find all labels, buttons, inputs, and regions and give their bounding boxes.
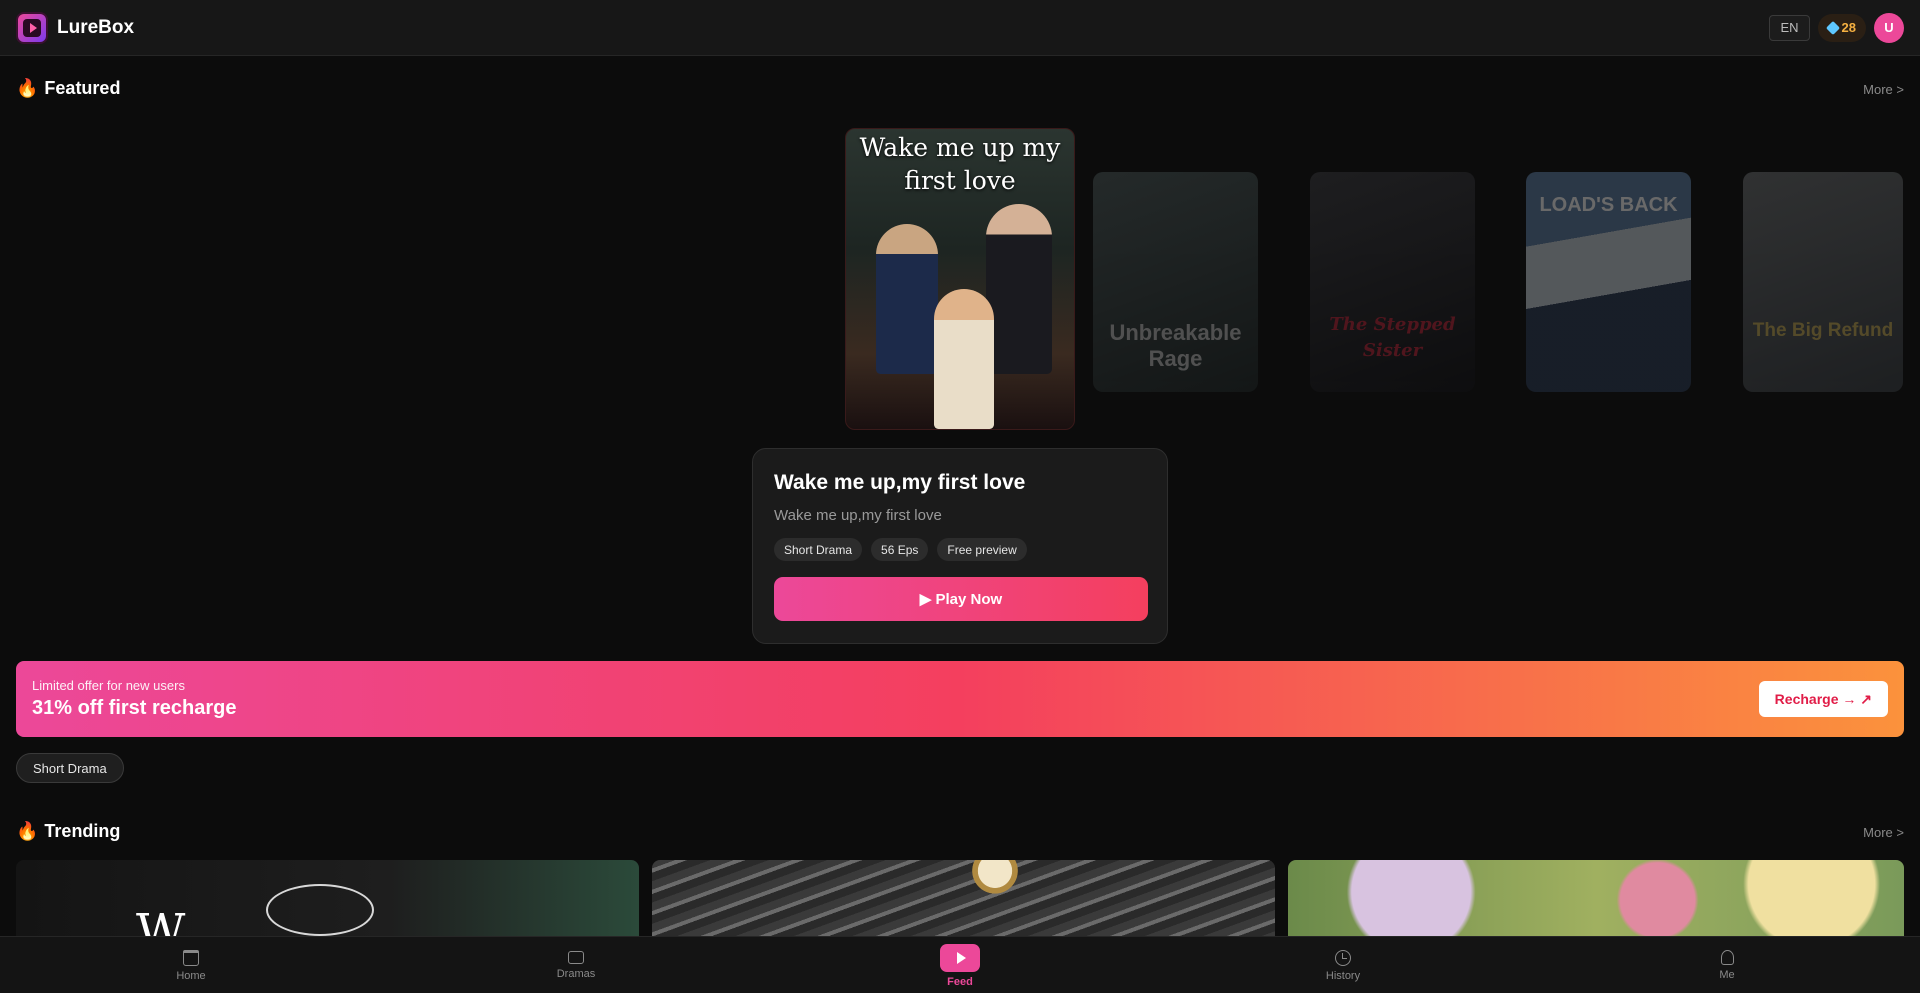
featured-poster-side[interactable]: The Big Refund [1743, 172, 1903, 392]
featured-more-link[interactable]: More > [1863, 82, 1904, 97]
featured-poster-main[interactable]: Wake me up my first love [845, 128, 1075, 430]
user-icon [1720, 950, 1734, 965]
trending-title-text: Trending [44, 821, 121, 841]
tag-episodes: 56 Eps [871, 538, 929, 561]
category-chip-short-drama[interactable]: Short Drama [16, 753, 124, 783]
featured-info-card: Wake me up,my first love Wake me up,my f… [752, 448, 1168, 644]
poster-figure [934, 289, 994, 429]
tag-genre: Short Drama [774, 538, 863, 561]
trending-thumbnail[interactable] [652, 860, 1275, 940]
drama-subtitle: Wake me up,my first love [774, 507, 942, 524]
trending-title: 🔥 Trending [16, 821, 120, 842]
side-poster-title: Unbreakable Rage [1109, 320, 1242, 371]
nav-history-label: History [1325, 969, 1361, 982]
home-icon [183, 949, 199, 966]
side-poster-title: The Stepped Sister [1329, 314, 1456, 361]
language-button[interactable]: EN [1769, 14, 1810, 41]
nav-feed[interactable]: Feed [920, 937, 1000, 993]
trending-more-link[interactable]: More > [1863, 825, 1904, 840]
recharge-button[interactable]: Recharge → ↗ [1758, 681, 1888, 717]
bottom-nav: Home Dramas Feed History Me [0, 936, 1920, 993]
gem-icon [1825, 20, 1840, 35]
side-poster-title: LOAD'S BACK [1539, 194, 1678, 216]
rose-logo-icon [266, 884, 374, 936]
promo-text: Limited offer for new users 31% off firs… [32, 678, 237, 720]
page: LureBox EN 28 U 🔥 Featured More > Wake m… [0, 0, 1920, 993]
main-poster-title: Wake me up my first love [859, 133, 1061, 195]
promo-banner: Limited offer for new users 31% off firs… [16, 661, 1904, 737]
nav-home[interactable]: Home [151, 937, 231, 993]
header-actions: EN 28 U [1769, 12, 1904, 43]
nav-feed-label: Feed [947, 975, 973, 988]
folder-icon [568, 951, 584, 964]
poster-figure [986, 204, 1052, 374]
nav-home-label: Home [176, 969, 206, 982]
tag-free-preview: Free preview [937, 538, 1027, 561]
app-logo[interactable] [16, 11, 48, 44]
logo-play-icon [23, 18, 41, 37]
user-avatar[interactable]: U [1874, 12, 1904, 43]
drama-tags: Short Drama 56 Eps Free preview [774, 538, 1146, 561]
fire-icon: 🔥 [16, 78, 39, 98]
fire-icon: 🔥 [16, 821, 39, 841]
featured-title-text: Featured [44, 78, 121, 98]
trending-thumbnail[interactable]: W [16, 860, 639, 940]
thumbnail-title-letter: W [136, 904, 186, 940]
poster-figure [876, 224, 938, 374]
nav-history[interactable]: History [1303, 937, 1383, 993]
promo-subtitle: Limited offer for new users [32, 678, 185, 693]
play-now-button[interactable]: ▶ Play Now [774, 577, 1148, 621]
featured-poster-side[interactable]: The Stepped Sister [1310, 172, 1475, 392]
nav-me-label: Me [1719, 969, 1735, 981]
featured-poster-side[interactable]: LOAD'S BACK [1526, 172, 1691, 392]
coin-count: 28 [1841, 20, 1856, 35]
nav-dramas[interactable]: Dramas [536, 937, 616, 993]
brand-name: LureBox [57, 16, 135, 38]
trending-thumbnail[interactable] [1288, 860, 1904, 940]
side-poster-title: The Big Refund [1752, 320, 1894, 341]
coin-balance-badge[interactable]: 28 [1817, 13, 1866, 42]
top-header: LureBox EN 28 U [0, 0, 1920, 56]
drama-title: Wake me up,my first love [774, 471, 1026, 494]
promo-headline: 31% off first recharge [32, 697, 237, 719]
play-icon [940, 943, 980, 972]
nav-dramas-label: Dramas [556, 968, 596, 980]
featured-poster-side[interactable]: Unbreakable Rage [1093, 172, 1258, 392]
crown-icon [967, 860, 1023, 896]
clock-icon [1335, 949, 1351, 966]
featured-title: 🔥 Featured [16, 78, 120, 99]
nav-me[interactable]: Me [1687, 937, 1767, 993]
